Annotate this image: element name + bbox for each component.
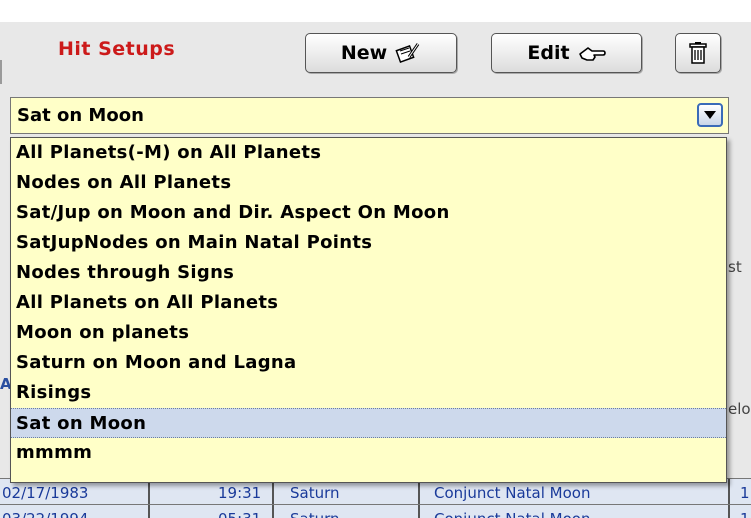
- window-top-strip: [0, 0, 751, 22]
- background-label-fragment: elo: [728, 400, 751, 418]
- column-divider: [728, 505, 730, 518]
- dropdown-option[interactable]: All Planets on All Planets: [11, 288, 726, 318]
- column-divider: [148, 505, 150, 518]
- dropdown-option[interactable]: mmmm: [11, 438, 726, 468]
- dropdown-option[interactable]: Risings: [11, 378, 726, 408]
- pointing-hand-icon: [578, 42, 606, 64]
- planet-cell: Saturn: [290, 510, 340, 518]
- trash-can-icon: [689, 41, 707, 65]
- column-divider: [272, 479, 274, 506]
- event-cell: Conjunct Natal Moon: [434, 484, 591, 502]
- dropdown-option[interactable]: SatJupNodes on Main Natal Points: [11, 228, 726, 258]
- column-divider: [418, 479, 420, 506]
- column-divider: [148, 479, 150, 506]
- new-button-label: New: [340, 42, 388, 64]
- dropdown-option[interactable]: Nodes on All Planets: [11, 168, 726, 198]
- date-cell: 02/17/1983: [2, 484, 89, 502]
- dropdown-option[interactable]: Nodes through Signs: [11, 258, 726, 288]
- time-cell: 19:31: [218, 484, 262, 502]
- count-cell: 1: [740, 484, 750, 502]
- dropdown-option[interactable]: Sat/Jup on Moon and Dir. Aspect On Moon: [11, 198, 726, 228]
- left-edge-divider: [0, 60, 2, 84]
- setup-dropdown-menu: All Planets(-M) on All Planets Nodes on …: [10, 137, 727, 483]
- chevron-down-icon[interactable]: [697, 103, 723, 127]
- column-divider: [418, 505, 420, 518]
- dropdown-option[interactable]: All Planets(-M) on All Planets: [11, 138, 726, 168]
- hit-setups-title: Hit Setups: [58, 38, 176, 60]
- background-label-fragment: st: [728, 258, 742, 276]
- edit-button-label: Edit: [527, 42, 570, 64]
- setup-select[interactable]: Sat on Moon: [10, 97, 729, 134]
- pencil-notepad-icon: [395, 41, 421, 65]
- date-cell: 03/22/1994: [2, 510, 88, 518]
- count-cell: 1: [740, 510, 750, 518]
- planet-cell: Saturn: [290, 484, 340, 502]
- column-divider: [272, 505, 274, 518]
- delete-button[interactable]: [675, 33, 721, 73]
- new-button[interactable]: New: [305, 33, 457, 73]
- dropdown-option[interactable]: Saturn on Moon and Lagna: [11, 348, 726, 378]
- column-divider: [728, 479, 730, 506]
- dropdown-option-selected[interactable]: Sat on Moon: [11, 408, 726, 438]
- setup-select-value: Sat on Moon: [17, 105, 144, 126]
- dropdown-option[interactable]: Moon on planets: [11, 318, 726, 348]
- event-cell: Conjunct Natal Moon: [434, 510, 590, 518]
- table-row[interactable]: 03/22/1994 05:31 Saturn Conjunct Natal M…: [0, 504, 751, 518]
- edit-button[interactable]: Edit: [491, 33, 642, 73]
- time-cell: 05:31: [218, 510, 261, 518]
